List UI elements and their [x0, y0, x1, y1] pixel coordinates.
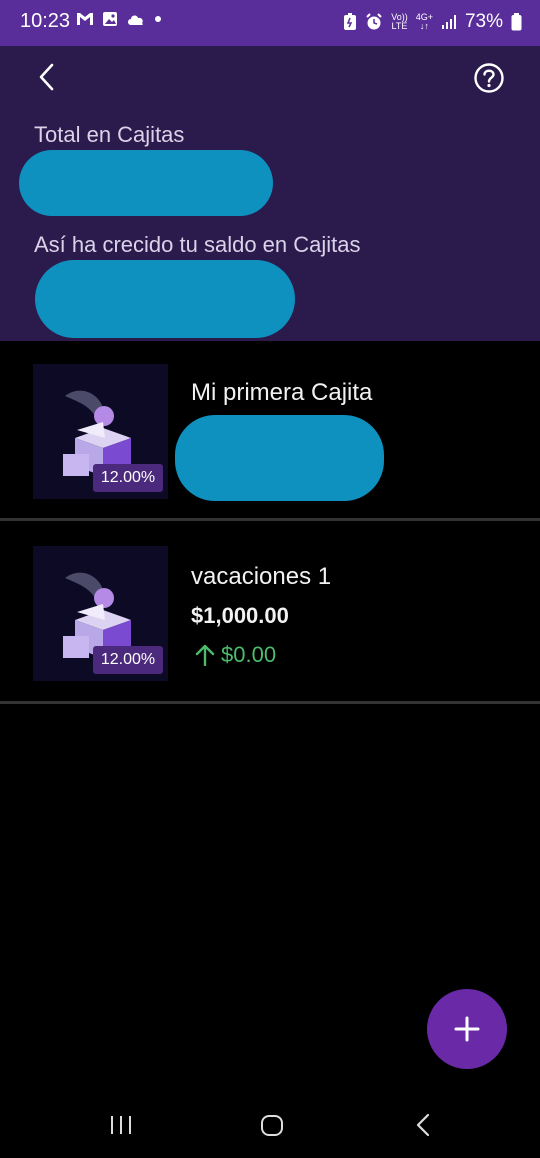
- gallery-icon: [103, 12, 117, 26]
- cajita-name: vacaciones 1: [191, 563, 332, 590]
- cajita-card[interactable]: 12.00% vacaciones 1 $1,000.00 $0.00: [0, 524, 540, 704]
- cajita-card[interactable]: 12.00% Mi primera Cajita: [0, 341, 540, 521]
- battery-icon: [511, 13, 522, 31]
- notification-icons: [76, 11, 162, 27]
- volte-indicator: Vo)) LTE: [391, 13, 408, 31]
- divider: [0, 518, 540, 521]
- status-time: 10:23: [20, 10, 71, 32]
- home-button[interactable]: [259, 1113, 285, 1137]
- network-indicator: 4G+ ↓↑: [416, 13, 433, 31]
- system-icons: Vo)) LTE 4G+ ↓↑ 73%: [343, 11, 522, 33]
- data-arrows-icon: ↓↑: [419, 21, 429, 31]
- signal-icon: [441, 15, 456, 29]
- cajita-thumbnail: 12.00%: [33, 364, 168, 499]
- back-button[interactable]: [32, 60, 62, 94]
- battery-saver-icon: [344, 13, 357, 30]
- cajita-name: Mi primera Cajita: [191, 379, 373, 406]
- cloud-icon: [128, 15, 143, 25]
- interest-rate-badge: 12.00%: [93, 464, 163, 492]
- add-cajita-button[interactable]: [427, 989, 507, 1069]
- battery-percent: 73%: [464, 11, 503, 32]
- gmail-icon: [77, 13, 93, 25]
- growth-amount-redacted: [35, 260, 295, 338]
- status-bar: 10:23 Vo)) LTE 4G+ ↓↑ 73%: [0, 0, 540, 46]
- recent-apps-icon: [111, 1116, 131, 1134]
- volte-bottom-text: LTE: [391, 21, 408, 31]
- cajita-amount-redacted: [175, 415, 384, 501]
- cajita-growth-value: $0.00: [221, 642, 277, 667]
- system-back-button[interactable]: [413, 1113, 433, 1137]
- cajita-growth: $0.00: [195, 642, 276, 668]
- chevron-left-icon: [39, 63, 54, 91]
- cajita-thumbnail: 12.00%: [33, 546, 168, 681]
- notification-dot-icon: [155, 16, 161, 22]
- recent-apps-button[interactable]: [108, 1113, 134, 1137]
- system-nav-bar: [0, 1095, 540, 1158]
- back-arrow-icon: [416, 1113, 430, 1137]
- interest-rate-badge: 12.00%: [93, 646, 163, 674]
- help-button[interactable]: [473, 62, 505, 94]
- home-icon: [261, 1115, 283, 1136]
- cajita-balance: $1,000.00: [191, 603, 289, 628]
- question-circle-icon: [474, 63, 504, 93]
- divider: [0, 701, 540, 704]
- savings-header: Total en Cajitas Así ha crecido tu saldo…: [0, 46, 540, 341]
- arrow-up-icon: [195, 644, 215, 666]
- growth-label: Así ha crecido tu saldo en Cajitas: [34, 232, 361, 257]
- alarm-icon: [366, 13, 382, 30]
- plus-icon: [454, 1016, 480, 1042]
- total-label: Total en Cajitas: [34, 122, 185, 147]
- total-amount-redacted: [19, 150, 273, 216]
